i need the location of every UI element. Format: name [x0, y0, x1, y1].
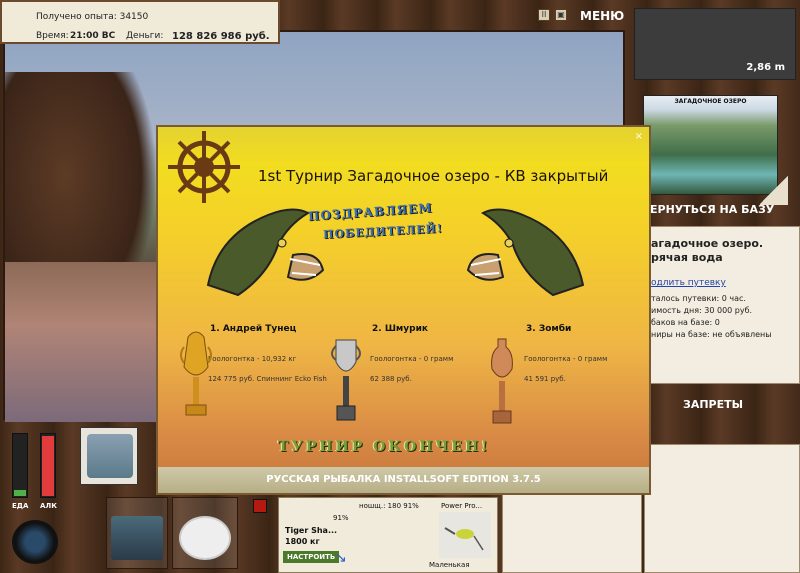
line-name: Tiger Sha...	[285, 526, 338, 535]
kit-slot[interactable]	[106, 497, 168, 569]
bucket-icon[interactable]	[12, 520, 58, 564]
return-to-base-button[interactable]: ЕРНУТЬСЯ НА БАЗУ	[650, 203, 774, 216]
resize-button[interactable]: ▣	[555, 9, 567, 21]
bans-button[interactable]: ЗАПРЕТЫ	[683, 398, 743, 411]
dialog-footer: РУССКАЯ РЫБАЛКА INSTALLSOFT EDITION 3.7.…	[158, 467, 649, 493]
tournament-finished-banner: ТУРНИР ОКОНЧЕН!	[278, 439, 491, 455]
place-3-prize: 41 591 руб.	[524, 375, 566, 383]
arrow-icon[interactable]: ↘	[335, 550, 347, 566]
lake-water-type: рячая вода	[651, 251, 723, 264]
food-label: ЕДА	[12, 502, 29, 510]
gold-trophy-icon	[180, 331, 212, 416]
toolbox-icon	[111, 516, 163, 560]
place-3-catch: Гоологонтка - 0 грамм	[524, 355, 608, 363]
bronze-trophy-icon	[491, 338, 513, 424]
net-icon	[179, 516, 231, 560]
bans-panel	[644, 444, 800, 573]
alcohol-gauge	[40, 433, 56, 498]
place-2-catch: Гоологонтка - 0 грамм	[370, 355, 454, 363]
extend-permit-link[interactable]: одлить путевку	[651, 278, 726, 288]
food-gauge	[12, 433, 28, 498]
place-1-catch: Гоологонтка - 10,932 кг	[208, 355, 297, 363]
menu-button[interactable]: МЕНЮ	[580, 9, 624, 23]
reel-info: ношщ.: 180 91%	[359, 502, 419, 510]
red-indicator-button[interactable]	[253, 499, 267, 513]
lure-name: Power Pro...	[441, 502, 483, 510]
silver-trophy-icon	[331, 339, 361, 421]
line-percent: 91%	[333, 514, 349, 522]
day-cost: имость дня: 30 000 руб.	[651, 306, 753, 315]
alcohol-fill	[42, 436, 54, 496]
setup-button[interactable]: НАСТРОИТЬ	[283, 551, 340, 563]
experience-text: Получено опыта: 34150	[36, 12, 149, 22]
place-2-prize: 62 388 руб.	[370, 375, 412, 383]
place-1-name: 1. Андрей Тунец	[210, 324, 297, 334]
money-value: 128 826 986 руб.	[172, 31, 270, 42]
line-weight: 1800 кг	[285, 537, 320, 546]
lake-map-thumbnail[interactable]: ЗАГАДОЧНОЕ ОЗЕРО	[643, 95, 778, 195]
lake-info-panel: агадочное озеро. рячая вода одлить путев…	[644, 226, 800, 384]
close-icon[interactable]: ×	[635, 131, 643, 142]
equipment-strip: 91% Tiger Sha... 1800 кг НАСТРОИТЬ ↘ нош…	[278, 497, 498, 573]
pause-button[interactable]: II	[538, 9, 550, 21]
place-3-name: 3. Зомби	[526, 324, 572, 334]
time-value: 21:00 ВС	[70, 31, 116, 41]
map-title: ЗАГАДОЧНОЕ ОЗЕРО	[674, 98, 747, 105]
winners-text: ПОБЕДИТЕЛЕЙ!	[322, 221, 444, 242]
lure-image[interactable]	[439, 512, 491, 558]
tournament-title: 1st Турнир Загадочное озеро - КВ закрыты…	[258, 167, 609, 185]
time-label: Время:	[36, 31, 69, 41]
tackle-box-slot[interactable]	[80, 427, 138, 485]
page-curl	[760, 175, 788, 205]
alcohol-label: АЛК	[40, 502, 57, 510]
tackle-box-icon	[87, 434, 133, 478]
depth-value: 2,86 m	[746, 62, 785, 73]
depth-panel: 2,86 m	[634, 8, 796, 80]
place-2-name: 2. Шмурик	[372, 324, 429, 334]
lure-size: Маленькая	[429, 561, 470, 569]
money-label: Деньги:	[126, 31, 164, 41]
lure-icon	[444, 527, 484, 551]
player-info-panel: Получено опыта: 34150 Время: 21:00 ВС Де…	[0, 0, 280, 44]
tournaments-at-base: ниры на базе: не объявлены	[651, 330, 772, 339]
landing-net-slot[interactable]	[172, 497, 238, 569]
place-1-prize: 124 775 руб. Спиннинг Ecko Fish	[208, 375, 327, 383]
tournament-dialog: × 1st Турнир Загадочное озеро - КВ закры…	[156, 125, 651, 495]
fishers-at-base: баков на базе: 0	[651, 318, 720, 327]
lake-name: агадочное озеро.	[651, 237, 764, 250]
permit-remaining: талось путевки: 0 час.	[651, 294, 746, 303]
pike-fish-icon	[466, 208, 585, 297]
food-fill	[14, 490, 26, 496]
